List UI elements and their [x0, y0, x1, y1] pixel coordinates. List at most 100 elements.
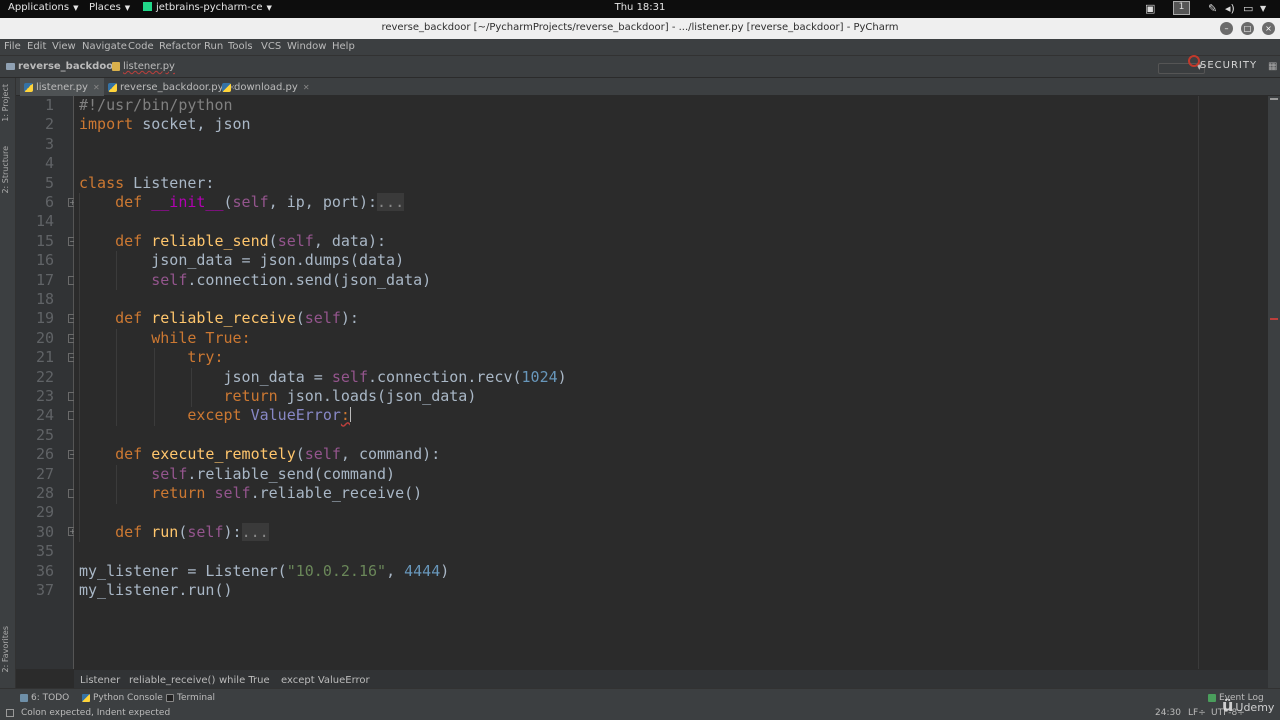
- menu-edit[interactable]: Edit: [27, 41, 46, 52]
- code-token: (: [223, 193, 233, 211]
- terminal-button[interactable]: Terminal: [166, 693, 215, 703]
- editor-scrollbar[interactable]: [1268, 96, 1280, 688]
- screen-icon[interactable]: ▣: [1145, 2, 1155, 15]
- code-token: my_listener = Listener(: [79, 561, 287, 580]
- todo-icon: [20, 694, 28, 702]
- self-token: self: [187, 522, 224, 541]
- folded-region[interactable]: ...: [377, 193, 405, 211]
- network-icon[interactable]: ✎: [1208, 2, 1217, 15]
- line-number: 19: [35, 309, 54, 328]
- window-title-bar[interactable]: reverse_backdoor [~/PycharmProjects/reve…: [0, 18, 1280, 39]
- self-token: self: [151, 270, 188, 289]
- code-token: ): [557, 367, 567, 386]
- menu-file[interactable]: File: [4, 41, 21, 52]
- system-menu-chevron-icon[interactable]: ▼: [1260, 4, 1266, 13]
- code-line-20: while True:: [79, 328, 251, 348]
- battery-icon[interactable]: ▭: [1243, 2, 1253, 15]
- close-icon[interactable]: ✕: [303, 83, 310, 92]
- code-line-17: self.connection.send(json_data): [79, 271, 431, 290]
- code-token: :: [241, 328, 251, 347]
- terminal-icon: [166, 694, 174, 702]
- line-number: 15: [35, 231, 54, 250]
- keyword-token: except: [187, 406, 242, 425]
- line-number: 35: [35, 542, 54, 561]
- line-number: 17: [35, 270, 54, 289]
- grid-icon[interactable]: ▦: [1268, 61, 1277, 72]
- exception-token: ValueError: [250, 406, 341, 425]
- function-name-token: run: [151, 522, 179, 541]
- todo-tool-button[interactable]: 6: TODO: [20, 693, 69, 703]
- line-separator[interactable]: LF÷: [1188, 708, 1206, 718]
- code-line-16: json_data = json.dumps(data): [79, 251, 404, 270]
- code-line-30: def run(self):...: [79, 522, 269, 542]
- breadcrumb-while[interactable]: while True: [219, 675, 270, 686]
- breadcrumb-class[interactable]: Listener: [80, 675, 120, 686]
- clock[interactable]: Thu 18:31: [0, 2, 1280, 13]
- function-name-token: reliable_send: [151, 231, 269, 250]
- line-number: 1: [44, 96, 54, 114]
- code-line-5: class Listener:: [79, 174, 214, 193]
- keyword-token: def: [115, 193, 143, 211]
- status-bar: Colon expected, Indent expected 24:30 LF…: [0, 706, 1280, 720]
- code-line-28: return self.reliable_receive(): [79, 484, 422, 503]
- menu-code[interactable]: Code: [128, 41, 154, 52]
- editor-gutter[interactable]: 1 2 3 4 5 6 14 15 16 17 18 19 20 21 22 2…: [16, 96, 77, 669]
- python-file-icon: [222, 82, 231, 92]
- volume-icon[interactable]: ◂): [1225, 2, 1235, 15]
- menu-bar: File Edit View Navigate Code Refactor Ru…: [0, 39, 1280, 56]
- menu-run[interactable]: Run: [204, 41, 223, 52]
- line-number: 36: [35, 561, 54, 580]
- error-stripe-mark[interactable]: [1270, 318, 1278, 320]
- menu-navigate[interactable]: Navigate: [82, 41, 127, 52]
- nav-crumb-file[interactable]: listener.py: [112, 61, 175, 72]
- folder-icon: [6, 63, 15, 70]
- code-token: ):: [223, 522, 242, 541]
- menu-vcs[interactable]: VCS: [261, 41, 281, 52]
- code-token: (: [268, 231, 278, 250]
- code-token: (: [295, 445, 305, 464]
- keyword-token: return: [151, 484, 206, 502]
- keyword-token: def: [115, 522, 143, 541]
- keyword-token: def: [115, 231, 143, 250]
- code-token: ): [440, 561, 450, 580]
- self-token: self: [232, 193, 269, 211]
- menu-tools[interactable]: Tools: [228, 41, 253, 52]
- breadcrumb-except[interactable]: except ValueError: [281, 675, 370, 686]
- close-button[interactable]: ×: [1262, 22, 1275, 35]
- workspace-indicator[interactable]: 1: [1173, 1, 1190, 15]
- code-token: .connection.recv(: [368, 367, 522, 386]
- menu-help[interactable]: Help: [332, 41, 355, 52]
- caret-position[interactable]: 24:30: [1155, 708, 1181, 718]
- close-icon[interactable]: ✕: [93, 83, 100, 92]
- menu-view[interactable]: View: [52, 41, 76, 52]
- line-number: 26: [35, 445, 54, 464]
- inspection-indicator[interactable]: [1270, 98, 1278, 100]
- code-line-1: #!/usr/bin/python: [79, 96, 233, 115]
- breadcrumb-method[interactable]: reliable_receive(): [129, 675, 215, 686]
- line-number: 23: [35, 387, 54, 405]
- menu-refactor[interactable]: Refactor: [159, 41, 201, 52]
- python-console-button[interactable]: Python Console: [82, 693, 163, 703]
- tab-listener[interactable]: listener.py ✕: [20, 78, 104, 96]
- line-number: 25: [35, 425, 54, 444]
- structure-tool-button[interactable]: 2: Structure: [1, 146, 10, 194]
- code-line-22: json_data = self.connection.recv(1024): [79, 368, 567, 387]
- tab-download[interactable]: download.py ✕: [218, 78, 314, 96]
- maximize-button[interactable]: □: [1241, 22, 1254, 35]
- code-line-2: import socket, json: [79, 115, 251, 134]
- folded-region[interactable]: ...: [241, 522, 269, 541]
- keyword-token: import: [79, 115, 134, 134]
- menu-window[interactable]: Window: [287, 41, 326, 52]
- keyword-token: return: [223, 387, 278, 405]
- tool-windows-toggle-icon[interactable]: [6, 709, 14, 717]
- line-number: 24: [35, 406, 54, 425]
- line-number: 29: [35, 503, 54, 522]
- nav-crumb-project[interactable]: reverse_backdoor: [6, 61, 118, 72]
- favorites-tool-button[interactable]: 2: Favorites: [1, 626, 10, 672]
- project-tool-button[interactable]: 1: Project: [1, 84, 10, 122]
- line-number: 30: [35, 522, 54, 541]
- minimize-button[interactable]: –: [1220, 22, 1233, 35]
- code-line-23: return json.loads(json_data): [79, 387, 477, 406]
- code-editor[interactable]: #!/usr/bin/python import socket, json cl…: [74, 96, 1268, 669]
- right-margin-guide: [1198, 96, 1199, 669]
